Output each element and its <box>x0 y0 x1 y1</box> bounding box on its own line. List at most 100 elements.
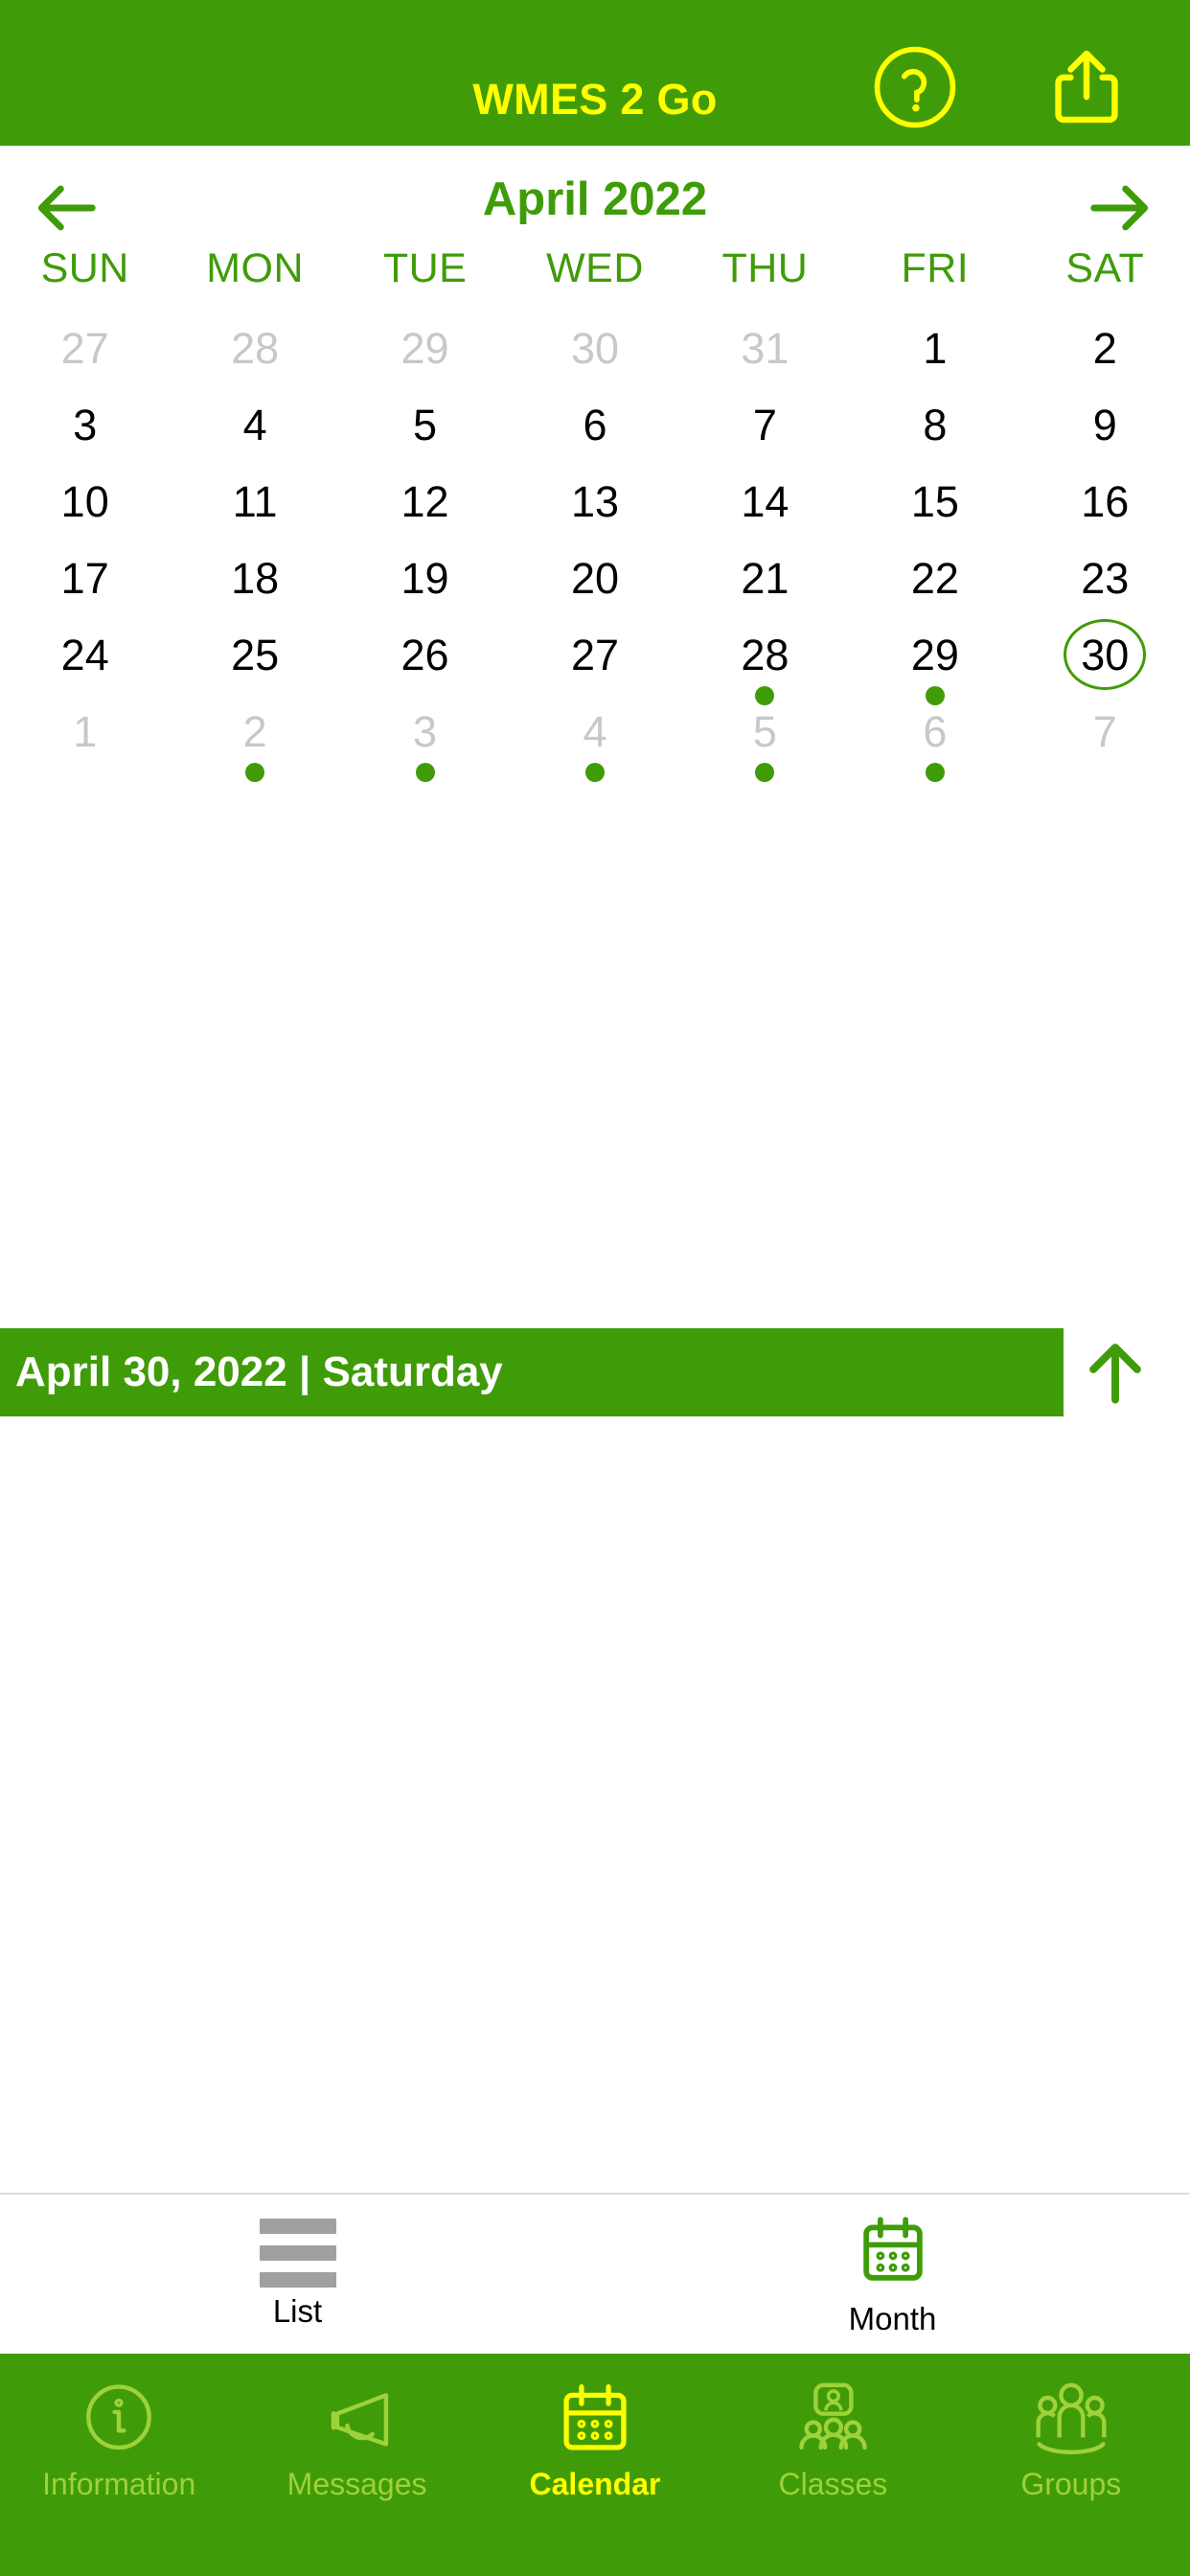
arrow-right-icon[interactable] <box>1075 171 1159 245</box>
calendar-day-cell[interactable]: 16 <box>1020 460 1190 537</box>
weekday-label: MON <box>206 245 305 291</box>
calendar-day-cell[interactable]: 18 <box>170 537 339 613</box>
calendar-day-cell[interactable]: 5 <box>340 383 510 460</box>
calendar-day-cell[interactable]: 8 <box>850 383 1019 460</box>
calendar-day-number: 24 <box>60 630 109 679</box>
weekday-label: SAT <box>1065 245 1145 291</box>
view-toggle-list[interactable]: List <box>0 2195 595 2354</box>
month-label: April 2022 <box>482 173 708 225</box>
calendar-day-cell[interactable]: 28 <box>680 613 850 705</box>
calendar-day-cell[interactable]: 13 <box>510 460 679 537</box>
calendar-day-number: 4 <box>583 706 607 756</box>
calendar-day-cell[interactable]: 27 <box>510 613 679 690</box>
calendar-day-number: 29 <box>910 630 959 679</box>
calendar-day-number: 6 <box>923 706 948 756</box>
classroom-icon <box>789 2377 877 2461</box>
calendar-day-cell[interactable]: 25 <box>170 613 339 690</box>
calendar-day-cell[interactable]: 3 <box>0 383 170 460</box>
calendar-day-number: 17 <box>60 553 109 603</box>
event-dot <box>245 763 265 782</box>
calendar-day-cell[interactable]: 10 <box>0 460 170 537</box>
calendar-day-number: 15 <box>910 476 959 526</box>
view-toggle-month[interactable]: Month <box>595 2195 1190 2354</box>
info-circle-icon <box>75 2377 163 2461</box>
calendar-day-cell[interactable]: 20 <box>510 537 679 613</box>
calendar-day-number: 28 <box>231 323 280 373</box>
calendar-day-cell[interactable]: 5 <box>680 690 850 782</box>
calendar-day-number: 28 <box>741 630 790 679</box>
calendar-day-cell[interactable]: 30 <box>510 307 679 383</box>
calendar-day-cell[interactable]: 17 <box>0 537 170 613</box>
tab-calendar[interactable]: Calendar <box>476 2377 714 2576</box>
tab-classes-label: Classes <box>778 2467 888 2501</box>
tab-information-label: Information <box>42 2467 196 2501</box>
people-icon <box>1027 2377 1115 2461</box>
calendar-day-number: 13 <box>570 476 620 526</box>
megaphone-icon <box>313 2377 401 2461</box>
calendar-day-cell[interactable]: 26 <box>340 613 510 690</box>
calendar-day-number: 23 <box>1081 553 1130 603</box>
page-title: WMES 2 Go <box>472 75 718 124</box>
weekday-label: SUN <box>40 245 129 291</box>
calendar-day-cell[interactable]: 24 <box>0 613 170 690</box>
calendar-day-cell[interactable]: 4 <box>510 690 679 782</box>
calendar-day-cell[interactable]: 6 <box>850 690 1019 782</box>
calendar-day-cell[interactable]: 22 <box>850 537 1019 613</box>
app-header: WMES 2 Go <box>0 0 1190 146</box>
calendar-day-cell[interactable]: 9 <box>1020 383 1190 460</box>
calendar-day-cell[interactable]: 29 <box>850 613 1019 705</box>
arrow-up-icon[interactable] <box>1073 1332 1157 1413</box>
calendar-day-number: 2 <box>242 706 267 756</box>
calendar-day-cell[interactable]: 19 <box>340 537 510 613</box>
calendar-day-cell[interactable]: 1 <box>0 690 170 767</box>
tab-classes[interactable]: Classes <box>714 2377 951 2576</box>
event-dot <box>584 763 605 782</box>
calendar-day-cell[interactable]: 30 <box>1020 613 1190 690</box>
tab-messages[interactable]: Messages <box>238 2377 475 2576</box>
calendar-day-cell[interactable]: 12 <box>340 460 510 537</box>
calendar-day-cell[interactable]: 2 <box>170 690 339 782</box>
calendar-day-number: 30 <box>1064 619 1147 690</box>
tab-groups[interactable]: Groups <box>952 2377 1190 2576</box>
selected-date-row: April 30, 2022 | Saturday <box>0 1328 1190 1416</box>
calendar-day-number: 27 <box>570 630 620 679</box>
calendar-day-number: 2 <box>1092 323 1117 373</box>
event-dot <box>755 763 775 782</box>
calendar-day-number: 14 <box>741 476 790 526</box>
selected-date-bar[interactable]: April 30, 2022 | Saturday <box>0 1328 1064 1416</box>
calendar-day-cell[interactable]: 4 <box>170 383 339 460</box>
calendar-day-number: 19 <box>400 553 449 603</box>
calendar-day-number: 20 <box>570 553 620 603</box>
calendar-day-number: 3 <box>73 400 98 449</box>
calendar-day-cell[interactable]: 7 <box>680 383 850 460</box>
calendar-day-cell[interactable]: 1 <box>850 307 1019 383</box>
calendar-day-cell[interactable]: 6 <box>510 383 679 460</box>
calendar-day-cell[interactable]: 23 <box>1020 537 1190 613</box>
month-navigation: April 2022 <box>0 165 1190 253</box>
calendar-day-cell[interactable]: 15 <box>850 460 1019 537</box>
question-circle-icon[interactable] <box>870 42 960 132</box>
app-root: WMES 2 Go April 2022 SUN MON TUE WED THU… <box>0 0 1190 2576</box>
calendar-day-number: 27 <box>60 323 109 373</box>
tab-information[interactable]: Information <box>0 2377 238 2576</box>
selected-date-text: April 30, 2022 | Saturday <box>15 1348 503 1395</box>
calendar-day-number: 6 <box>583 400 607 449</box>
calendar-day-cell[interactable]: 14 <box>680 460 850 537</box>
calendar-day-number: 25 <box>231 630 280 679</box>
calendar-day-cell[interactable]: 29 <box>340 307 510 383</box>
calendar-day-cell[interactable]: 27 <box>0 307 170 383</box>
calendar-day-cell[interactable]: 7 <box>1020 690 1190 767</box>
calendar-day-cell[interactable]: 31 <box>680 307 850 383</box>
calendar-icon <box>854 2212 932 2295</box>
calendar-day-cell[interactable]: 21 <box>680 537 850 613</box>
calendar-day-cell[interactable]: 11 <box>170 460 339 537</box>
calendar-day-number: 1 <box>923 323 948 373</box>
share-icon[interactable] <box>1042 42 1131 130</box>
calendar-day-cell[interactable]: 2 <box>1020 307 1190 383</box>
calendar-day-number: 12 <box>400 476 449 526</box>
weekday-label: FRI <box>901 245 970 291</box>
calendar-day-number: 10 <box>60 476 109 526</box>
tab-groups-label: Groups <box>1020 2467 1122 2501</box>
calendar-day-cell[interactable]: 28 <box>170 307 339 383</box>
calendar-day-cell[interactable]: 3 <box>340 690 510 782</box>
